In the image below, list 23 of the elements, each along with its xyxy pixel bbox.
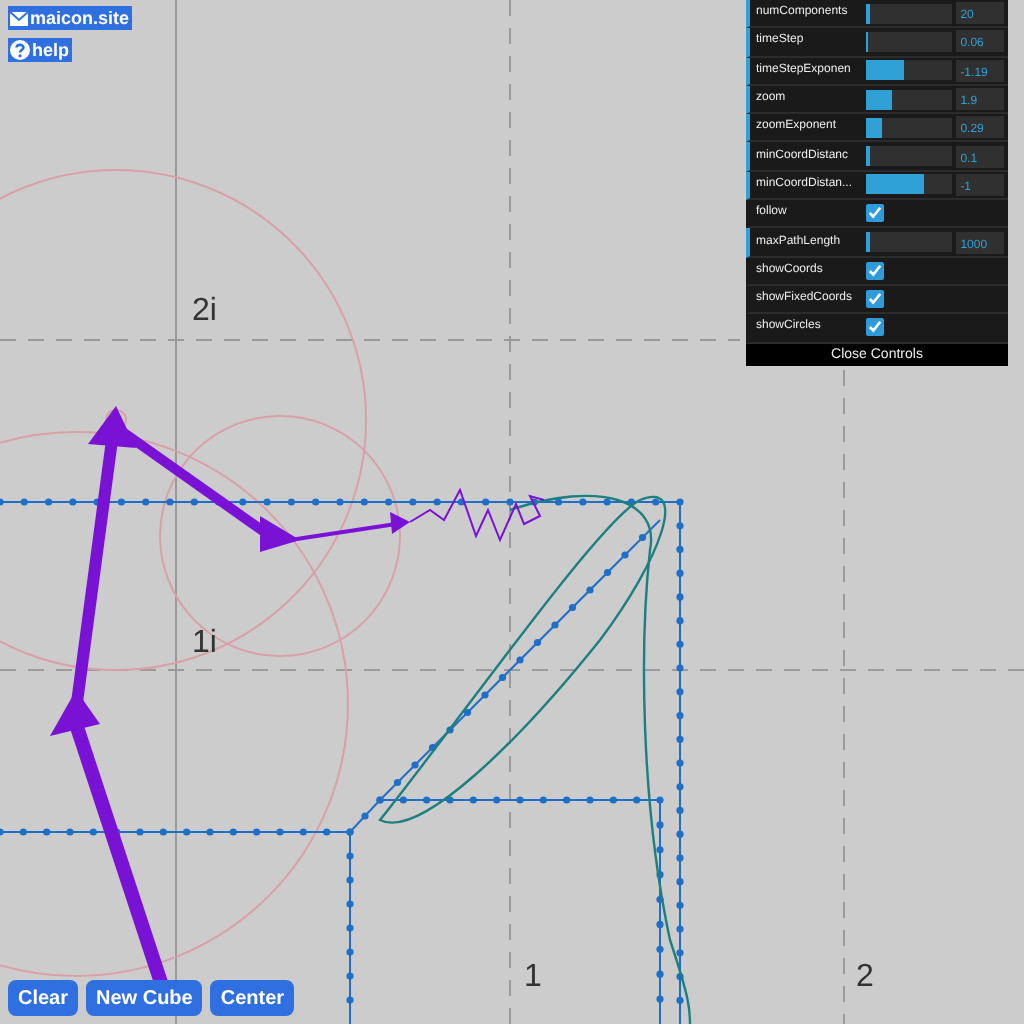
checkbox[interactable]: [866, 318, 884, 337]
action-button[interactable]: Clear: [8, 980, 79, 1016]
slider[interactable]: [865, 117, 953, 138]
slider[interactable]: [865, 89, 953, 110]
slider[interactable]: [865, 146, 953, 167]
help-icon: [10, 40, 30, 60]
axis-label: 2: [856, 958, 874, 998]
mail-icon: [10, 11, 28, 25]
slider[interactable]: [865, 60, 953, 81]
slider[interactable]: [865, 232, 953, 253]
checkbox[interactable]: [866, 290, 884, 309]
axis-label: 2i: [192, 292, 217, 332]
slider[interactable]: [865, 31, 953, 52]
axis-label: 1i: [192, 624, 217, 664]
slider[interactable]: [865, 174, 953, 195]
slider[interactable]: [865, 3, 953, 24]
action-button[interactable]: Center: [210, 980, 295, 1016]
checkbox[interactable]: [866, 261, 884, 280]
axis-label: 1: [524, 958, 542, 998]
checkbox[interactable]: [866, 204, 884, 223]
link[interactable]: help: [8, 38, 72, 62]
link[interactable]: maicon.site: [8, 6, 132, 30]
action-button[interactable]: New Cube: [86, 980, 203, 1016]
